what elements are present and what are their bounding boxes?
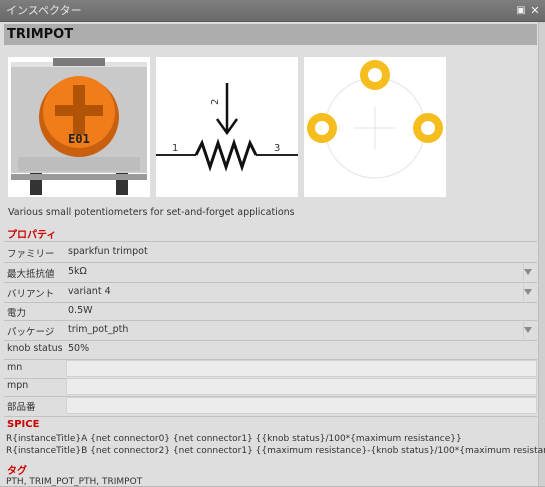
property-value[interactable]: variant 4 — [68, 286, 111, 297]
mn-input[interactable] — [66, 360, 537, 377]
trimpot-pcb-icon — [307, 60, 443, 179]
properties-heading: プロパティ — [7, 230, 57, 241]
float-icon[interactable]: ▣ — [515, 0, 527, 22]
divider — [4, 241, 537, 242]
property-label: パッケージ — [7, 327, 55, 338]
knob-label: E01 — [68, 132, 90, 146]
property-label: バリアント — [7, 289, 55, 300]
window-title: インスペクター — [6, 4, 82, 17]
property-value[interactable]: 5kΩ — [68, 266, 87, 277]
property-label: 部品番 — [7, 402, 36, 413]
chevron-down-icon — [524, 269, 532, 275]
inspector-panel: インスペクター ▣ ✕ TRIMPOT E01 1 2 3 Various sm… — [0, 0, 545, 487]
inspector-titlebar[interactable]: インスペクター — [0, 0, 545, 22]
divider — [4, 416, 537, 417]
schematic-pin3-label: 3 — [274, 143, 280, 154]
property-row-family: ファミリー sparkfun trimpot — [4, 243, 537, 262]
chevron-down-icon — [524, 327, 532, 333]
property-row-max-resistance[interactable]: 最大抵抗値 5kΩ — [4, 263, 537, 282]
spice-line-a: R{instanceTitle}A {net connector0} {net … — [6, 434, 462, 444]
property-label: 最大抵抗値 — [7, 269, 55, 280]
property-value[interactable]: 50% — [68, 343, 89, 354]
mpn-input[interactable] — [66, 378, 537, 395]
close-icon[interactable]: ✕ — [529, 0, 541, 22]
property-label: ファミリー — [7, 249, 55, 260]
property-label: 電力 — [7, 308, 27, 319]
schematic-pin2-label: 2 — [210, 99, 221, 105]
property-row-variant[interactable]: バリアント variant 4 — [4, 283, 537, 302]
property-value[interactable]: trim_pot_pth — [68, 324, 128, 335]
breadboard-view-image[interactable]: E01 — [8, 57, 150, 197]
part-title: TRIMPOT — [4, 24, 537, 45]
dropdown-button[interactable] — [523, 284, 537, 301]
property-label: mpn — [7, 380, 29, 391]
property-value: sparkfun trimpot — [68, 246, 148, 257]
property-row-package[interactable]: パッケージ trim_pot_pth — [4, 321, 537, 340]
scrollbar[interactable] — [538, 22, 545, 486]
property-value: 0.5W — [68, 305, 93, 316]
pcb-view-image[interactable] — [304, 57, 446, 197]
property-row-part-number[interactable]: 部品番 — [4, 396, 537, 415]
potentiometer-schematic-icon: 1 2 3 — [156, 83, 298, 172]
property-row-mn[interactable]: mn — [4, 359, 537, 378]
dropdown-button[interactable] — [523, 322, 537, 339]
tags-heading: タグ — [7, 466, 27, 477]
property-row-mpn[interactable]: mpn — [4, 377, 537, 396]
spice-heading: SPICE — [7, 419, 40, 430]
property-row-power: 電力 0.5W — [4, 302, 537, 321]
schematic-view-image[interactable]: 1 2 3 — [156, 57, 298, 197]
part-number-input[interactable] — [66, 397, 537, 414]
spice-line-b: R{instanceTitle}B {net connector2} {net … — [6, 446, 545, 456]
chevron-down-icon — [524, 289, 532, 295]
property-label: mn — [7, 362, 23, 373]
part-description: Various small potentiometers for set-and… — [8, 207, 295, 218]
property-label: knob status — [7, 343, 63, 354]
schematic-pin1-label: 1 — [172, 143, 178, 154]
dropdown-button[interactable] — [523, 264, 537, 281]
property-row-knob-status[interactable]: knob status 50% — [4, 340, 537, 359]
trimpot-breadboard-icon: E01 — [11, 58, 147, 195]
